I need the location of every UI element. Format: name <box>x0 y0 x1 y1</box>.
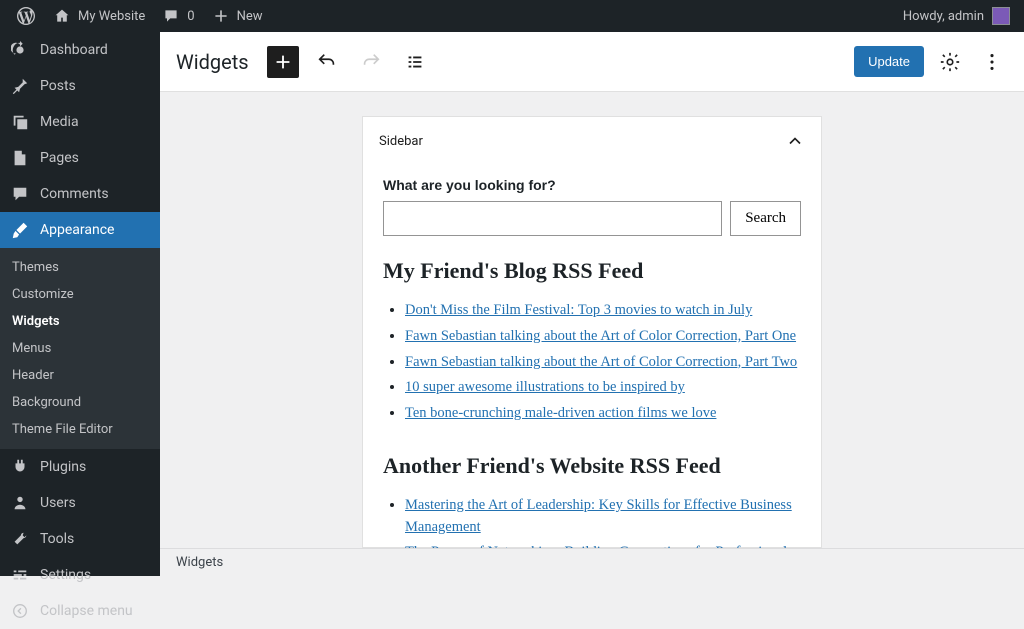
settings-button[interactable] <box>934 46 966 78</box>
menu-plugins[interactable]: Plugins <box>0 449 160 485</box>
collapse-icon <box>10 601 30 621</box>
search-button[interactable]: Search <box>730 201 801 236</box>
wp-logo[interactable] <box>8 0 44 32</box>
document-outline-button[interactable] <box>399 46 431 78</box>
menu-dashboard[interactable]: Dashboard <box>0 32 160 68</box>
add-block-button[interactable] <box>267 46 299 78</box>
redo-button[interactable] <box>355 46 387 78</box>
rss-link[interactable]: Mastering the Art of Leadership: Key Ski… <box>405 497 792 535</box>
comments-count: 0 <box>187 9 194 24</box>
wordpress-icon <box>16 6 36 26</box>
menu-tools[interactable]: Tools <box>0 521 160 557</box>
greeting[interactable]: Howdy, admin <box>903 9 984 24</box>
avatar[interactable] <box>992 7 1010 25</box>
comments-link[interactable]: 0 <box>153 0 202 32</box>
breadcrumb: Widgets <box>176 555 223 570</box>
rss-feed-title: Another Friend's Website RSS Feed <box>383 453 801 479</box>
menu-appearance[interactable]: Appearance <box>0 212 160 248</box>
chevron-up-icon <box>785 131 805 151</box>
page-title: Widgets <box>176 50 249 74</box>
rss-link[interactable]: Don't Miss the Film Festival: Top 3 movi… <box>405 302 752 318</box>
search-label: What are you looking for? <box>383 177 801 193</box>
sidebar-widget-area[interactable]: Sidebar What are you looking for? Search… <box>362 116 822 548</box>
admin-sidebar: Dashboard Posts Media Pages Comments App… <box>0 32 160 576</box>
submenu-widgets[interactable]: Widgets <box>0 308 160 335</box>
list-item: Don't Miss the Film Festival: Top 3 movi… <box>405 300 801 322</box>
submenu-customize[interactable]: Customize <box>0 281 160 308</box>
submenu-background[interactable]: Background <box>0 389 160 416</box>
editor-toolbar: Widgets Update <box>160 32 1024 92</box>
submenu-header[interactable]: Header <box>0 362 160 389</box>
users-icon <box>10 493 30 513</box>
undo-button[interactable] <box>311 46 343 78</box>
more-button[interactable] <box>976 46 1008 78</box>
home-icon <box>52 6 72 26</box>
panel-title: Sidebar <box>379 134 423 149</box>
comment-icon <box>161 6 181 26</box>
appearance-submenu: Themes Customize Widgets Menus Header Ba… <box>0 248 160 449</box>
list-item: Mastering the Art of Leadership: Key Ski… <box>405 495 801 539</box>
dashboard-icon <box>10 40 30 60</box>
rss-link[interactable]: Ten bone-crunching male-driven action fi… <box>405 405 716 421</box>
update-button[interactable]: Update <box>854 46 924 77</box>
editor-canvas: Sidebar What are you looking for? Search… <box>160 92 1024 548</box>
menu-settings[interactable]: Settings <box>0 557 160 593</box>
new-label: New <box>237 9 263 24</box>
site-link[interactable]: My Website <box>44 0 153 32</box>
breadcrumb-bar: Widgets <box>160 548 1024 576</box>
new-link[interactable]: New <box>203 0 271 32</box>
media-icon <box>10 112 30 132</box>
tools-icon <box>10 529 30 549</box>
list-item: 10 super awesome illustrations to be ins… <box>405 377 801 399</box>
list-item: Ten bone-crunching male-driven action fi… <box>405 403 801 425</box>
rss-link[interactable]: Fawn Sebastian talking about the Art of … <box>405 328 796 344</box>
rss-feed-title: My Friend's Blog RSS Feed <box>383 258 801 284</box>
rss-feed-list: Mastering the Art of Leadership: Key Ski… <box>383 495 801 548</box>
rss-link[interactable]: 10 super awesome illustrations to be ins… <box>405 379 685 395</box>
panel-header[interactable]: Sidebar <box>363 117 821 165</box>
comments-icon <box>10 184 30 204</box>
menu-media[interactable]: Media <box>0 104 160 140</box>
site-name: My Website <box>78 9 145 24</box>
settings-icon <box>10 565 30 585</box>
search-input[interactable] <box>383 201 722 236</box>
submenu-editor[interactable]: Theme File Editor <box>0 416 160 443</box>
menu-pages[interactable]: Pages <box>0 140 160 176</box>
list-item: Fawn Sebastian talking about the Art of … <box>405 326 801 348</box>
submenu-themes[interactable]: Themes <box>0 254 160 281</box>
plugin-icon <box>10 457 30 477</box>
collapse-menu[interactable]: Collapse menu <box>0 593 160 629</box>
plus-icon <box>211 6 231 26</box>
menu-comments[interactable]: Comments <box>0 176 160 212</box>
menu-posts[interactable]: Posts <box>0 68 160 104</box>
submenu-menus[interactable]: Menus <box>0 335 160 362</box>
page-icon <box>10 148 30 168</box>
admin-topbar: My Website 0 New Howdy, admin <box>0 0 1024 32</box>
brush-icon <box>10 220 30 240</box>
rss-feed-list: Don't Miss the Film Festival: Top 3 movi… <box>383 300 801 425</box>
rss-link[interactable]: Fawn Sebastian talking about the Art of … <box>405 354 797 370</box>
pin-icon <box>10 76 30 96</box>
menu-users[interactable]: Users <box>0 485 160 521</box>
list-item: Fawn Sebastian talking about the Art of … <box>405 352 801 374</box>
